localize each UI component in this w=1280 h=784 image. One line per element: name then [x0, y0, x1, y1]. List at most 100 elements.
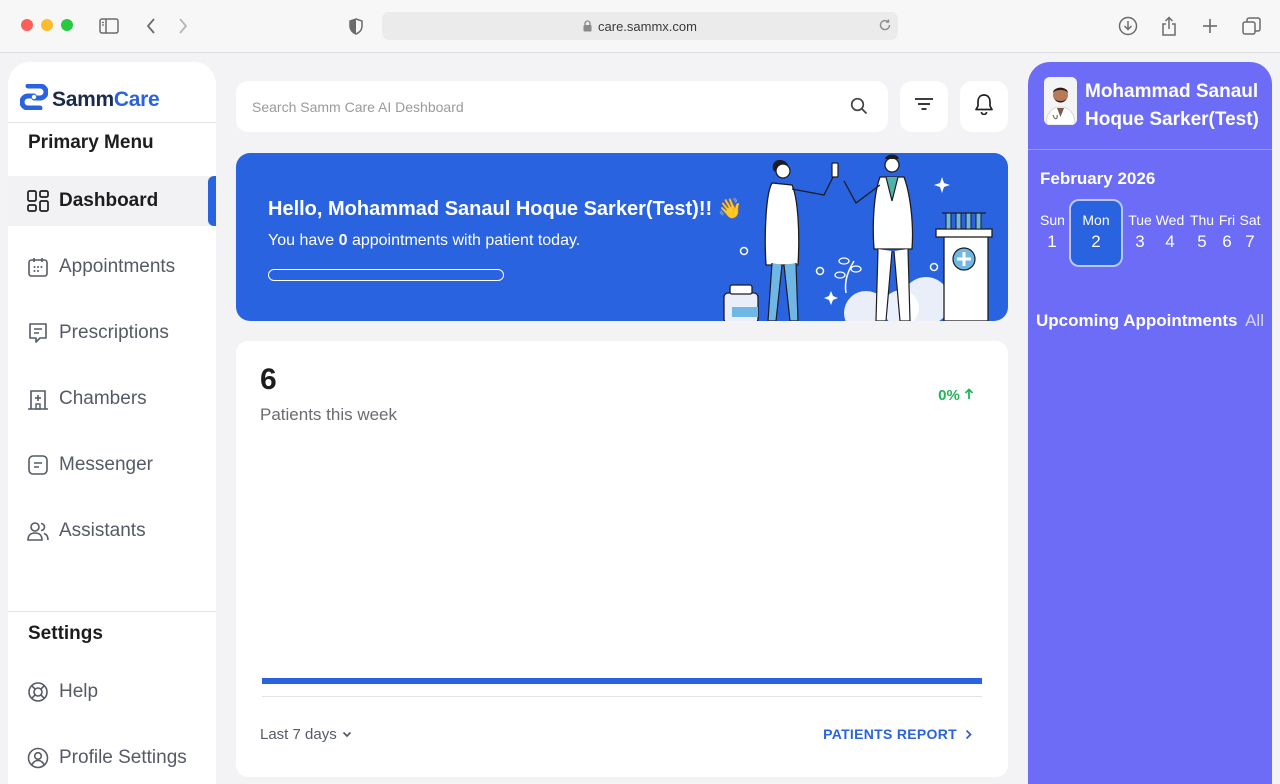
sidebar-item-label: Appointments: [59, 256, 176, 277]
maximize-window-button[interactable]: [61, 19, 73, 31]
new-tab-icon[interactable]: [1199, 15, 1221, 37]
search-bar: [236, 81, 888, 132]
appointments-summary: You have 0 appointments with patient tod…: [268, 232, 580, 250]
calendar-day[interactable]: Sat 7: [1239, 212, 1261, 252]
sidebar: SammCare Primary Menu Dashboard Appointm…: [8, 62, 216, 784]
calendar-day[interactable]: Wed 4: [1155, 212, 1185, 252]
calendar-month: February 2026: [1040, 169, 1156, 188]
sidebar-item-dashboard[interactable]: Dashboard: [8, 176, 216, 226]
download-icon[interactable]: [1117, 15, 1139, 37]
sidebar-item-label: Help: [59, 681, 99, 702]
day-name: Sun: [1040, 212, 1065, 228]
hospital-icon: [26, 387, 50, 411]
day-number: 6: [1222, 232, 1232, 251]
divider: [8, 122, 216, 123]
sidebar-toggle-icon[interactable]: [98, 15, 120, 37]
reload-icon[interactable]: [878, 18, 892, 35]
dashboard-icon: [26, 189, 50, 213]
doctors-illustration: [723, 154, 993, 321]
chevron-down-icon: [342, 731, 352, 738]
primary-menu-title: Primary Menu: [28, 132, 154, 153]
calendar-day[interactable]: Thu 5: [1188, 212, 1216, 252]
address-bar[interactable]: care.sammx.com: [382, 12, 898, 40]
profile-icon: [26, 746, 50, 770]
share-icon[interactable]: [1158, 15, 1180, 37]
day-number: 1: [1047, 232, 1057, 251]
sidebar-item-label: Profile Settings: [59, 747, 187, 768]
patients-count-label: Patients this week: [260, 405, 398, 424]
greeting-heading: Hello, Mohammad Sanaul Hoque Sarker(Test…: [268, 198, 743, 220]
summary-prefix: You have: [268, 232, 339, 249]
sidebar-item-label: Prescriptions: [59, 322, 169, 343]
minimize-window-button[interactable]: [41, 19, 53, 31]
date-range-dropdown[interactable]: Last 7 days: [260, 726, 352, 743]
logo-text-samm: Samm: [52, 87, 114, 111]
forward-icon[interactable]: [172, 15, 194, 37]
shield-icon[interactable]: [345, 15, 367, 37]
summary-suffix: appointments with patient today.: [347, 232, 581, 249]
sidebar-item-appointments[interactable]: Appointments: [8, 242, 216, 292]
bell-icon: [974, 93, 994, 120]
filter-button[interactable]: [900, 81, 948, 132]
calendar-day[interactable]: Sun 1: [1040, 212, 1065, 252]
day-name: Sat: [1239, 212, 1261, 228]
day-name: Mon: [1082, 212, 1110, 228]
sidebar-item-messenger[interactable]: Messenger: [8, 440, 216, 490]
change-value: 0%: [938, 387, 960, 404]
close-window-button[interactable]: [21, 19, 33, 31]
notifications-button[interactable]: [960, 81, 1008, 132]
date-range-value: Last 7 days: [260, 726, 337, 743]
day-number: 4: [1165, 232, 1175, 251]
browser-toolbar: care.sammx.com: [0, 0, 1280, 53]
logo-text: SammCare: [52, 87, 160, 112]
view-all-appointments-link[interactable]: All: [1245, 311, 1264, 331]
patients-chart-line: [262, 678, 982, 684]
day-name: Fri: [1218, 212, 1236, 228]
divider: [262, 696, 982, 697]
back-icon[interactable]: [140, 15, 162, 37]
day-name: Thu: [1189, 212, 1215, 228]
logo[interactable]: SammCare: [19, 83, 160, 115]
chevron-right-icon: [965, 729, 972, 740]
day-number: 5: [1197, 232, 1207, 251]
sidebar-item-prescriptions[interactable]: Prescriptions: [8, 308, 216, 358]
filter-icon: [914, 97, 934, 116]
message-icon: [26, 453, 50, 477]
calendar-day[interactable]: Tue 3: [1128, 212, 1152, 252]
search-icon[interactable]: [850, 97, 868, 120]
calendar-day-selected[interactable]: Mon 2: [1069, 199, 1123, 267]
day-name: Wed: [1155, 212, 1185, 228]
sidebar-item-assistants[interactable]: Assistants: [8, 506, 216, 556]
sidebar-item-label: Messenger: [59, 454, 153, 475]
calendar-icon: [26, 255, 50, 279]
sidebar-item-chambers[interactable]: Chambers: [8, 374, 216, 424]
appointments-progress-bar: [268, 269, 504, 281]
arrow-up-icon: [964, 387, 974, 404]
patients-report-label: PATIENTS REPORT: [823, 726, 957, 742]
lock-icon: [583, 20, 592, 32]
lifebuoy-icon: [26, 680, 50, 704]
sammcare-logo-icon: [19, 83, 49, 115]
sidebar-item-help[interactable]: Help: [8, 667, 216, 717]
users-icon: [26, 519, 50, 543]
sidebar-item-profile-settings[interactable]: Profile Settings: [8, 733, 216, 783]
profile-panel: Mohammad Sanaul Hoque Sarker(Test) Febru…: [1028, 62, 1272, 784]
sidebar-item-label: Chambers: [59, 388, 147, 409]
tab-overview-icon[interactable]: [1240, 15, 1262, 37]
day-name: Tue: [1128, 212, 1152, 228]
welcome-banner: Hello, Mohammad Sanaul Hoque Sarker(Test…: [236, 153, 1008, 321]
day-number: 3: [1135, 232, 1145, 251]
appointments-count: 0: [338, 232, 348, 249]
avatar[interactable]: [1044, 77, 1077, 125]
day-number: 2: [1091, 232, 1101, 251]
sidebar-item-label: Assistants: [59, 520, 146, 541]
sidebar-item-label: Dashboard: [59, 190, 159, 211]
patients-report-link[interactable]: PATIENTS REPORT: [823, 726, 972, 742]
search-input[interactable]: [236, 81, 836, 132]
logo-text-care: Care: [113, 87, 160, 111]
calendar-day[interactable]: Fri 6: [1217, 212, 1237, 252]
divider: [1028, 149, 1272, 150]
patients-change: 0%: [938, 387, 974, 404]
settings-title: Settings: [28, 623, 103, 644]
patients-count: 6: [260, 363, 277, 396]
